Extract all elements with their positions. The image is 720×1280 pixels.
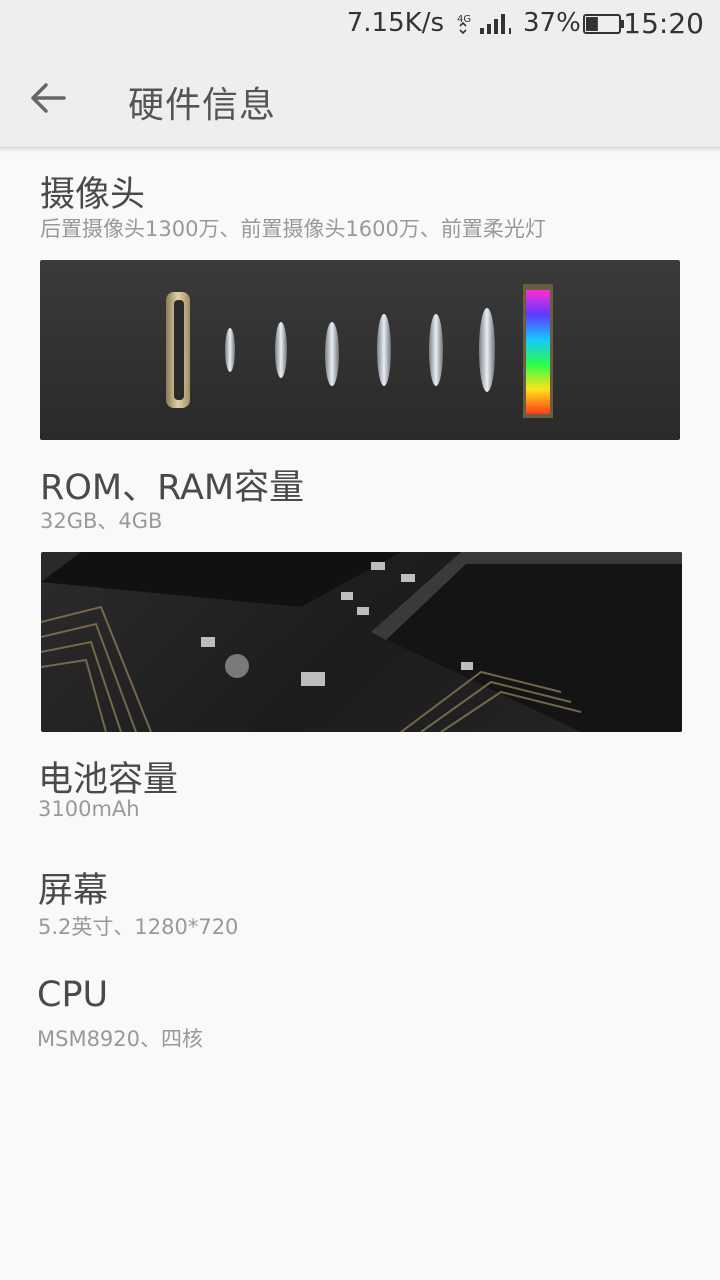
signal-icon: 4G <box>457 14 511 35</box>
camera-title: 摄像头 <box>40 175 146 215</box>
cpu-detail: MSM8920、四核 <box>37 1027 204 1051</box>
chip-board-image <box>41 552 682 732</box>
battery-detail: 3100mAh <box>38 797 140 821</box>
screen-title: 屏幕 <box>38 871 109 911</box>
camera-detail: 后置摄像头1300万、前置摄像头1600万、前置柔光灯 <box>40 217 546 241</box>
status-bar: 7.15K/s 4G 37% 15:20 <box>0 0 720 50</box>
battery-percent: 37% <box>523 8 581 38</box>
page-title: 硬件信息 <box>128 85 277 126</box>
camera-lens-image <box>40 260 680 440</box>
storage-title: ROM、RAM容量 <box>40 468 305 508</box>
network-speed: 7.15K/s <box>346 8 444 38</box>
battery-icon <box>583 14 624 34</box>
battery-title: 电池容量 <box>38 760 179 800</box>
back-button[interactable] <box>26 78 70 118</box>
screen-detail: 5.2英寸、1280*720 <box>38 915 239 939</box>
app-header: 7.15K/s 4G 37% 15:20 硬件信息 <box>0 0 720 148</box>
cpu-title: CPU <box>37 975 109 1015</box>
storage-detail: 32GB、4GB <box>40 509 163 533</box>
status-time: 15:20 <box>623 7 704 40</box>
arrow-left-icon <box>31 83 66 113</box>
